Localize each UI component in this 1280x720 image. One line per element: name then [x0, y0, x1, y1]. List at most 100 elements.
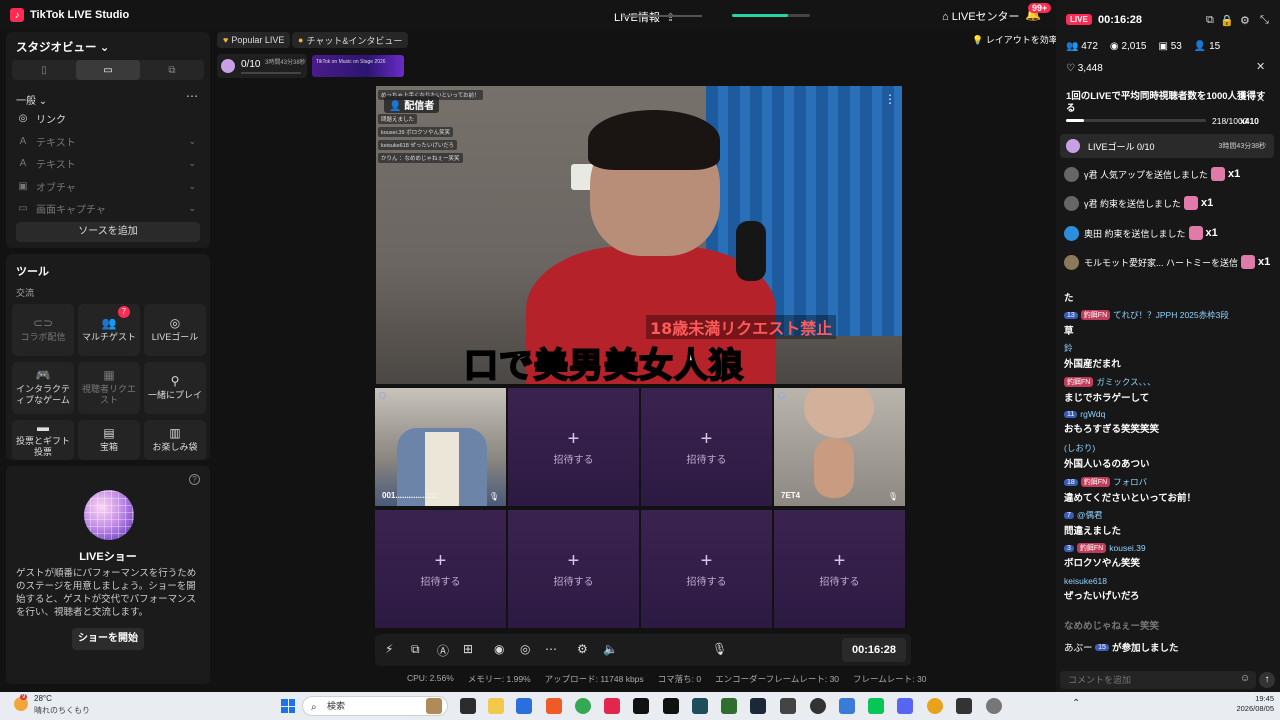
- help-icon[interactable]: ?: [189, 474, 200, 485]
- avatar[interactable]: [1064, 166, 1079, 182]
- settings-icon[interactable]: [986, 698, 1002, 714]
- start-show-button[interactable]: ショーを開始: [72, 628, 144, 650]
- chat-user[interactable]: あぷー: [1064, 640, 1093, 654]
- add-screen-icon[interactable]: ⊞: [463, 642, 473, 656]
- guest-video-1[interactable]: 001..............:::: 🎙: [375, 388, 506, 506]
- emoji-icon[interactable]: ☺: [1240, 673, 1250, 684]
- taskbar-app-icon[interactable]: [956, 698, 972, 714]
- mic-level-bar[interactable]: [732, 14, 788, 17]
- popout-icon[interactable]: ⧉: [1206, 14, 1214, 27]
- start-menu-icon[interactable]: [281, 699, 295, 713]
- chat-user[interactable]: (しおり): [1064, 442, 1095, 454]
- send-icon[interactable]: ↑: [1259, 672, 1275, 688]
- avatar[interactable]: [1064, 254, 1079, 270]
- guest-mic-icon[interactable]: 🎙: [888, 492, 898, 501]
- magic-wand-icon[interactable]: ⚡: [385, 642, 393, 656]
- landscape-view-button[interactable]: ▭: [76, 60, 140, 80]
- chrome-icon[interactable]: [575, 698, 591, 714]
- chat-user[interactable]: 鈴: [1064, 342, 1073, 354]
- guest-video-2[interactable]: 7ET4 🎙: [774, 388, 905, 506]
- chat-user[interactable]: rgWdq: [1080, 409, 1105, 419]
- general-section-header[interactable]: 一般 ⌄: [16, 92, 47, 107]
- chat-user[interactable]: kousei.39: [1109, 543, 1145, 553]
- gear-icon[interactable]: ⚙: [1240, 14, 1250, 27]
- add-source-button[interactable]: ソースを追加: [16, 222, 200, 242]
- taskview-icon[interactable]: [460, 698, 476, 714]
- invite-slot[interactable]: + 招待する: [508, 510, 639, 628]
- invite-slot[interactable]: + 招待する: [641, 388, 772, 506]
- invite-slot[interactable]: + 招待する: [641, 510, 772, 628]
- taskbar-app-icon[interactable]: [692, 698, 708, 714]
- avatar[interactable]: [1064, 195, 1079, 211]
- brave-browser-icon[interactable]: [546, 698, 562, 714]
- host-video-feed[interactable]: めっちゃ上手くなりたいといってお前！ 問題えました kousei.39 ボロクソ…: [376, 86, 902, 384]
- tray-chevron-icon[interactable]: ⌃: [1072, 698, 1080, 709]
- taskbar-app-icon[interactable]: [516, 698, 532, 714]
- poll-button[interactable]: ▬ 投票とギフト投票: [12, 420, 74, 460]
- guest-mic-icon[interactable]: 🎙: [489, 492, 499, 501]
- taskbar-app-icon[interactable]: [663, 698, 679, 714]
- live-info-button[interactable]: LIVE情報 ⇪: [614, 9, 675, 25]
- dual-view-button[interactable]: ⧉: [140, 60, 204, 80]
- studio-view-dropdown[interactable]: スタジオビュー ⌄: [16, 39, 109, 55]
- camera-icon[interactable]: ◎: [520, 642, 530, 656]
- taskbar-app-icon[interactable]: [604, 698, 620, 714]
- surprise-bag-button[interactable]: ▥ お楽しみ袋: [144, 420, 206, 460]
- treasure-box-button[interactable]: ▤ 宝箱: [78, 420, 140, 460]
- close-icon[interactable]: ✕: [1256, 60, 1265, 73]
- source-row-text[interactable]: A テキスト ⌄: [16, 153, 196, 173]
- effects-icon[interactable]: ⧉: [411, 642, 420, 657]
- video-more-icon[interactable]: ⋮: [884, 92, 896, 106]
- invite-slot[interactable]: + 招待する: [508, 388, 639, 506]
- source-row-screen-capture[interactable]: ▭ 画面キャプチャ ⌄: [16, 198, 196, 218]
- line-icon[interactable]: [868, 698, 884, 714]
- taskbar-app-icon[interactable]: [780, 698, 796, 714]
- chevron-down-icon[interactable]: ⌄: [188, 158, 196, 169]
- live-goal-row[interactable]: LIVEゴール 0/10 3時間43分38秒: [1060, 134, 1274, 158]
- source-row-link[interactable]: ◎ リンク: [16, 108, 196, 128]
- live-goal-button[interactable]: ◎ LIVEゴール: [144, 304, 206, 356]
- ai-icon[interactable]: Ⓐ: [437, 642, 449, 659]
- invite-slot[interactable]: + 招待する: [375, 510, 506, 628]
- more-icon[interactable]: ⋯: [545, 642, 557, 656]
- source-row-text[interactable]: A テキスト ⌄: [16, 131, 196, 151]
- chat-user[interactable]: フォロバ: [1113, 476, 1147, 488]
- system-clock[interactable]: 19:45 2026/08/05: [1218, 694, 1274, 714]
- chat-user[interactable]: てれび！？JPPH 2025赤枠3段: [1113, 309, 1229, 321]
- settings-sliders-icon[interactable]: ⚙: [577, 642, 588, 656]
- discord-icon[interactable]: [897, 698, 913, 714]
- source-row-object[interactable]: ▣ オブチャ ⌄: [16, 176, 196, 196]
- chat-user[interactable]: keisuke618: [1064, 576, 1107, 586]
- viewer-request-button[interactable]: ▦ 視聴者リクエスト: [78, 362, 140, 414]
- chevron-down-icon[interactable]: ⌄: [188, 203, 196, 214]
- event-banner[interactable]: TikTok on Music on Stage 2026: [312, 55, 404, 77]
- popular-live-chip[interactable]: ♥ Popular LIVE: [217, 32, 291, 48]
- layout-hint[interactable]: 💡 レイアウトを効率化: [972, 33, 1067, 46]
- live-goal-widget[interactable]: 0/10 3時間43分38秒: [217, 54, 307, 78]
- taskbar-app-icon[interactable]: [839, 698, 855, 714]
- live-center-button[interactable]: ⌂ LIVEセンター: [942, 8, 1020, 24]
- portrait-view-button[interactable]: ▯: [12, 60, 76, 80]
- record-icon[interactable]: ◉: [494, 642, 504, 656]
- taskbar-app-icon[interactable]: [927, 698, 943, 714]
- close-icon[interactable]: ✕: [1256, 92, 1265, 105]
- file-explorer-icon[interactable]: [488, 698, 504, 714]
- comment-input[interactable]: [1060, 671, 1256, 689]
- microphone-icon[interactable]: 🎙: [712, 642, 727, 656]
- steam-icon[interactable]: [750, 698, 766, 714]
- interactive-game-button[interactable]: 🎮 インタラクティブなゲーム: [12, 362, 74, 414]
- chevron-down-icon[interactable]: ⌄: [188, 181, 196, 192]
- chevron-down-icon[interactable]: ⌄: [188, 136, 196, 147]
- play-together-button[interactable]: ⚲ 一緒にプレイ: [144, 362, 206, 414]
- taskbar-app-icon[interactable]: [426, 698, 442, 714]
- invite-slot[interactable]: + 招待する: [774, 510, 905, 628]
- avatar[interactable]: [1064, 225, 1079, 241]
- volume-slider[interactable]: [622, 15, 702, 17]
- chat-user[interactable]: ガミックス、、、: [1096, 376, 1155, 388]
- tiktok-studio-icon[interactable]: [633, 698, 649, 714]
- chat-interview-chip[interactable]: ● チャット&インタビュー: [292, 32, 409, 48]
- lock-icon[interactable]: 🔒: [1220, 14, 1234, 27]
- share-icon[interactable]: ⇪: [666, 12, 675, 24]
- chat-user[interactable]: @偶君: [1077, 509, 1103, 521]
- multi-guest-button[interactable]: 7 👥 マルチゲスト: [78, 304, 140, 356]
